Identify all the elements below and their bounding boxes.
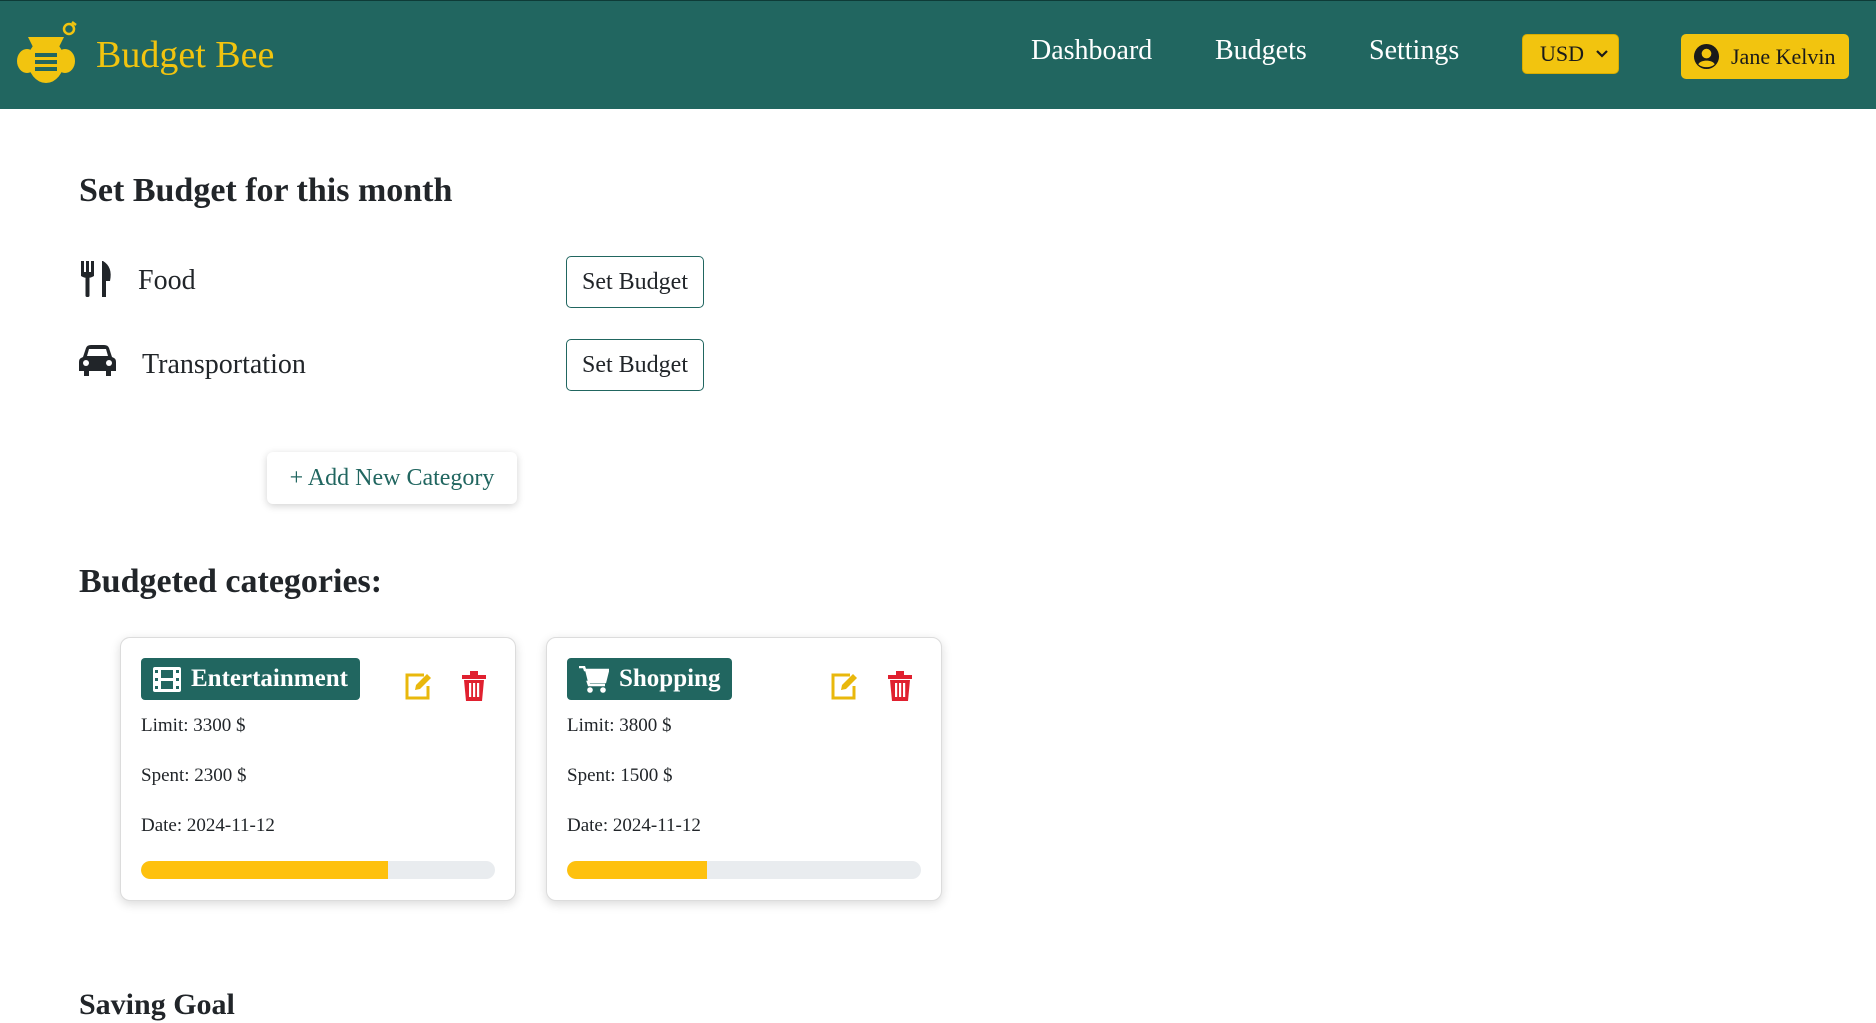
- card-date: Date: 2024-11-12: [141, 815, 275, 836]
- currency-select[interactable]: USD: [1522, 34, 1619, 74]
- card-progress-fill: [567, 861, 707, 879]
- nav-dashboard[interactable]: Dashboard: [1031, 35, 1152, 67]
- budgeted-categories-title: Budgeted categories:: [79, 563, 383, 600]
- budget-card-shopping: Shopping Limit: 3800 $ Spent: 1500 $ Dat…: [546, 637, 942, 901]
- nav-settings[interactable]: Settings: [1369, 35, 1459, 67]
- card-limit: Limit: 3800 $: [567, 715, 672, 736]
- card-limit: Limit: 3300 $: [141, 715, 246, 736]
- card-progress-bar: [141, 861, 495, 879]
- user-menu-button[interactable]: Jane Kelvin: [1681, 34, 1849, 79]
- card-badge-shopping: Shopping: [567, 658, 733, 700]
- nav-budgets[interactable]: Budgets: [1215, 35, 1307, 67]
- category-row-food: Food Set Budget: [79, 253, 719, 313]
- set-budget-title: Set Budget for this month: [79, 172, 453, 209]
- chevron-down-icon: [1596, 50, 1608, 58]
- user-circle-icon: [1693, 43, 1720, 70]
- set-budget-button-food[interactable]: Set Budget: [566, 256, 704, 308]
- card-spent: Spent: 2300 $: [141, 765, 247, 786]
- category-label-food: Food: [138, 265, 196, 296]
- brand-name: Budget Bee: [96, 34, 275, 76]
- car-icon: [79, 345, 116, 376]
- card-title: Entertainment: [191, 665, 348, 692]
- currency-value: USD: [1540, 41, 1585, 66]
- card-progress-fill: [141, 861, 388, 879]
- add-new-category-button[interactable]: + Add New Category: [267, 452, 517, 504]
- edit-icon[interactable]: [404, 671, 432, 701]
- budget-card-entertainment: Entertainment Limit: 3300 $ Spent: 2300 …: [120, 637, 516, 901]
- card-date: Date: 2024-11-12: [567, 815, 701, 836]
- utensils-icon: [81, 261, 111, 297]
- trash-icon[interactable]: [460, 671, 488, 701]
- edit-icon[interactable]: [830, 671, 858, 701]
- set-budget-button-transportation[interactable]: Set Budget: [566, 339, 704, 391]
- top-navbar: Budget Bee Dashboard Budgets Settings US…: [0, 0, 1876, 109]
- bee-logo-icon: [17, 21, 77, 83]
- card-spent: Spent: 1500 $: [567, 765, 673, 786]
- card-badge-entertainment: Entertainment: [141, 658, 360, 700]
- brand[interactable]: Budget Bee: [14, 19, 274, 87]
- card-progress-bar: [567, 861, 921, 879]
- film-icon: [153, 666, 181, 692]
- category-label-transportation: Transportation: [142, 349, 306, 380]
- user-name: Jane Kelvin: [1731, 43, 1836, 69]
- category-row-transportation: Transportation Set Budget: [79, 336, 719, 396]
- card-title: Shopping: [619, 665, 721, 692]
- saving-goal-title: Saving Goal: [79, 988, 235, 1021]
- trash-icon[interactable]: [886, 671, 914, 701]
- cart-icon: [579, 665, 609, 693]
